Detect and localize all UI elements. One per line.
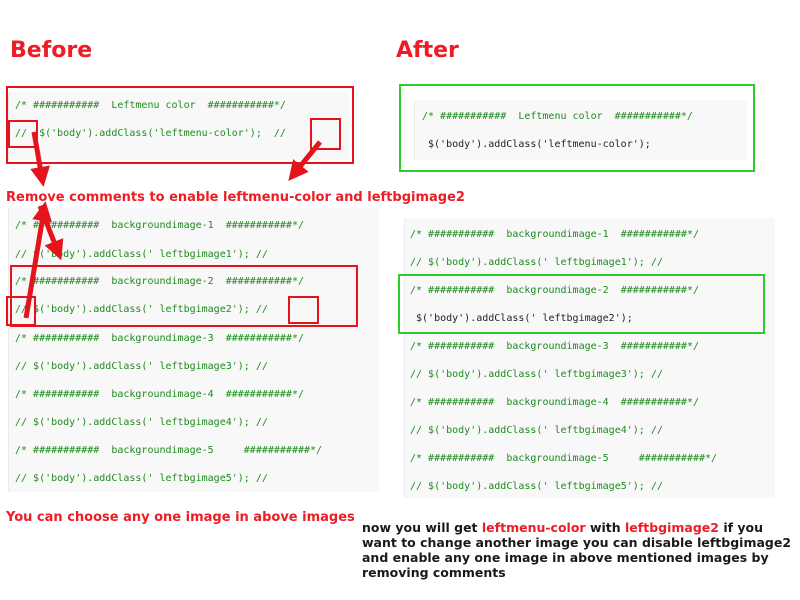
arrow-to-leftmenu-comment-start [30, 131, 50, 187]
arrow-to-bgimage2-comment-start [23, 201, 53, 319]
annotation-arrows [23, 131, 322, 319]
arrow-to-leftmenu-comment-end [288, 140, 322, 181]
